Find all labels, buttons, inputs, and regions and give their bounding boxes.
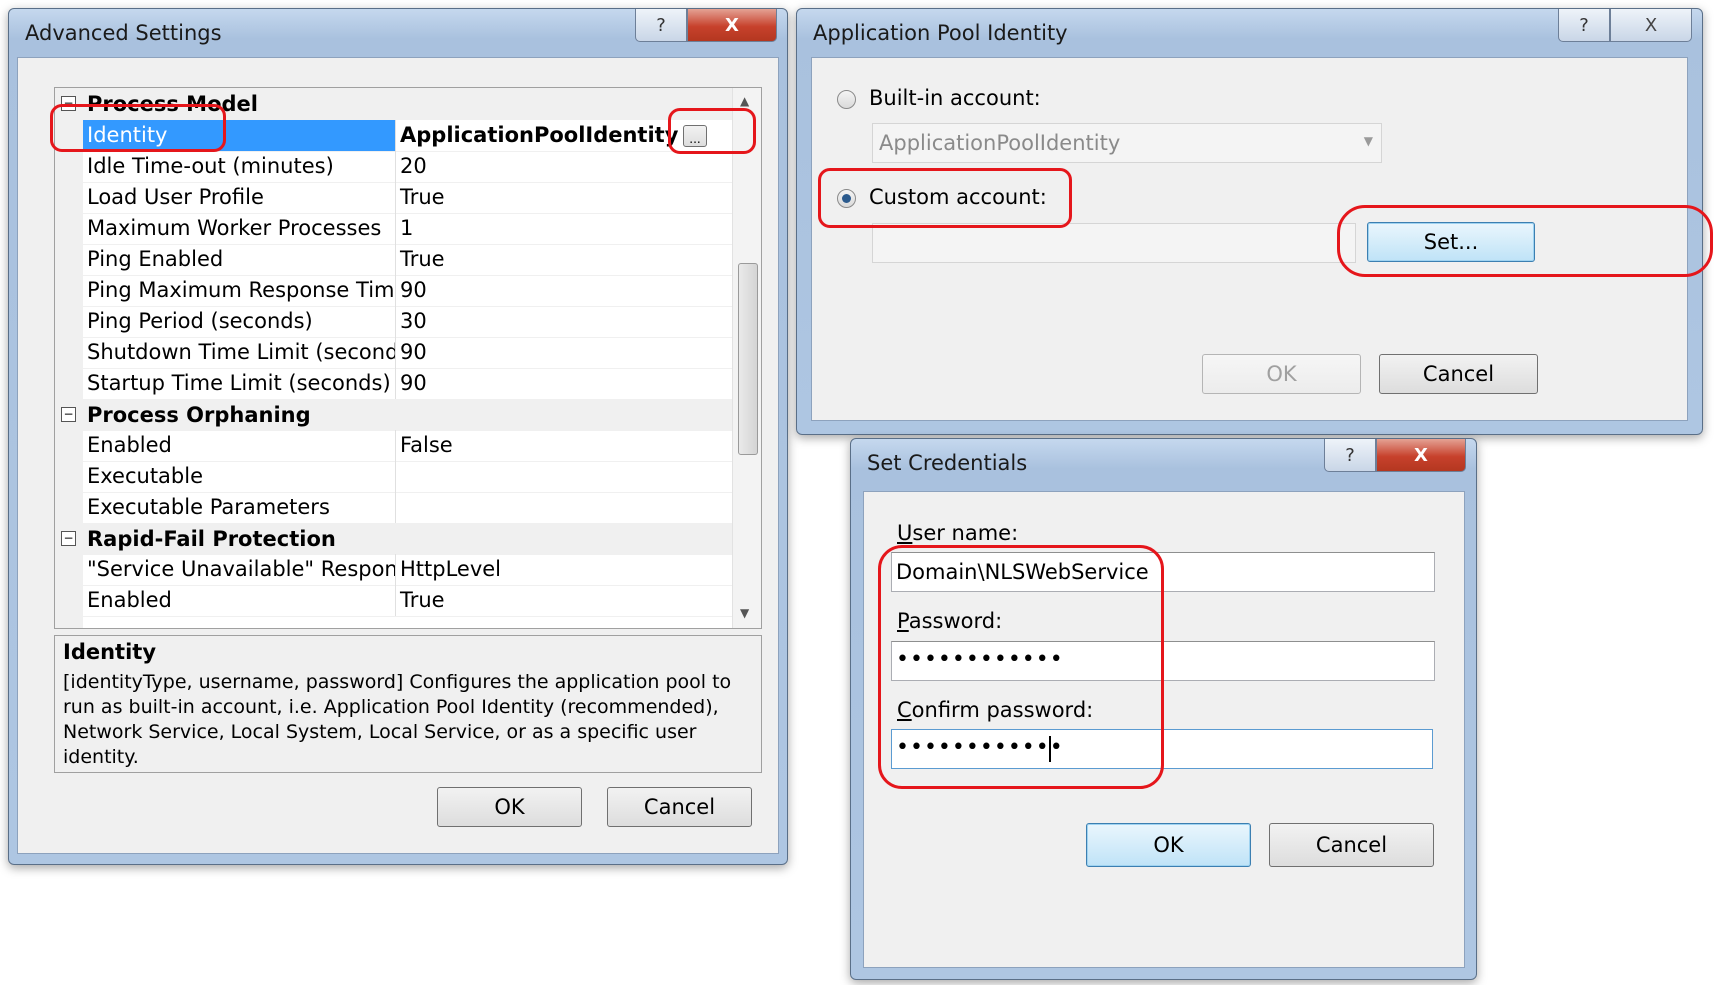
custom-account-field (872, 223, 1356, 263)
property-name: Load User Profile (83, 182, 396, 213)
custom-account-label: Custom account: (869, 185, 1047, 209)
property-row[interactable]: Startup Time Limit (seconds) 90 (55, 368, 732, 400)
property-value: True (400, 588, 445, 612)
help-button[interactable]: ? (1558, 9, 1610, 42)
builtin-account-radio[interactable] (837, 90, 856, 109)
scroll-up-icon[interactable]: ▲ (740, 94, 749, 108)
app-pool-identity-window: Application Pool Identity ? X Built-in a… (796, 8, 1703, 435)
collapse-icon[interactable]: − (61, 531, 76, 546)
description-title: Identity (63, 640, 157, 664)
property-value: 90 (400, 278, 427, 302)
property-name: Executable (83, 461, 396, 492)
close-button[interactable]: X (687, 9, 777, 42)
property-row[interactable]: Executable (55, 461, 732, 493)
text-cursor (1049, 736, 1051, 762)
builtin-account-label: Built-in account: (869, 86, 1041, 110)
title-buttons: ? X (1558, 9, 1692, 42)
property-name: Idle Time-out (minutes) (83, 151, 396, 182)
property-value: ApplicationPoolIdentity (400, 123, 679, 147)
property-name: Ping Period (seconds) (83, 306, 396, 337)
password-label: Password: (897, 609, 1003, 633)
custom-account-radio[interactable] (837, 189, 856, 208)
property-name: Ping Maximum Response Time (s (83, 275, 396, 306)
window-title: Advanced Settings (25, 21, 222, 45)
property-name: Maximum Worker Processes (83, 213, 396, 244)
property-row[interactable]: Ping Maximum Response Time (s 90 (55, 275, 732, 307)
chevron-down-icon: ▼ (1363, 134, 1373, 148)
property-value: 90 (400, 340, 427, 364)
description-panel: Identity [identityType, username, passwo… (54, 635, 762, 773)
property-name: Enabled (83, 585, 396, 616)
username-field[interactable]: Domain\NLSWebService (891, 552, 1435, 592)
property-name: Identity (83, 120, 396, 151)
set-button[interactable]: Set... (1367, 222, 1535, 262)
property-value: HttpLevel (400, 557, 502, 581)
property-value: 20 (400, 154, 427, 178)
confirm-password-value: •••••••••••• (896, 735, 1064, 760)
property-value: 30 (400, 309, 427, 333)
cancel-button[interactable]: Cancel (607, 787, 752, 827)
scroll-down-icon[interactable]: ▼ (740, 606, 749, 620)
property-grid[interactable]: − Process Model Identity ApplicationPool… (54, 87, 762, 629)
property-row[interactable]: Enabled True (55, 585, 732, 617)
title-buttons: ? X (1324, 439, 1466, 472)
ellipsis-button[interactable]: ... (683, 125, 707, 147)
property-row[interactable]: Load User Profile True (55, 182, 732, 214)
set-credentials-window: Set Credentials ? X User name: Domain\NL… (850, 438, 1477, 980)
help-button[interactable]: ? (1324, 439, 1376, 472)
property-value: 90 (400, 371, 427, 395)
property-name: "Service Unavailable" Response T (83, 554, 396, 585)
help-button[interactable]: ? (635, 9, 687, 42)
property-name: Ping Enabled (83, 244, 396, 275)
category-label: Process Orphaning (87, 403, 311, 427)
property-value: False (400, 433, 453, 457)
ok-button[interactable]: OK (1086, 823, 1251, 867)
advanced-settings-window: Advanced Settings ? X − Process Model Id… (8, 8, 788, 865)
category-process-model[interactable]: − Process Model (55, 88, 732, 120)
ok-button[interactable]: OK (437, 787, 582, 827)
dropdown-value: ApplicationPoolIdentity (879, 131, 1121, 155)
window-title: Application Pool Identity (813, 21, 1068, 45)
description-text: [identityType, username, password] Confi… (63, 671, 732, 768)
property-row[interactable]: Idle Time-out (minutes) 20 (55, 151, 732, 183)
property-row-identity[interactable]: Identity ApplicationPoolIdentity ... (55, 120, 732, 152)
cancel-button[interactable]: Cancel (1269, 823, 1434, 867)
property-name: Startup Time Limit (seconds) (83, 368, 396, 399)
category-process-orphaning[interactable]: − Process Orphaning (55, 399, 732, 431)
close-button[interactable]: X (1376, 439, 1466, 472)
collapse-icon[interactable]: − (61, 407, 76, 422)
property-row[interactable]: Ping Period (seconds) 30 (55, 306, 732, 338)
property-row[interactable]: Ping Enabled True (55, 244, 732, 276)
property-value: 1 (400, 216, 414, 240)
collapse-icon[interactable]: − (61, 96, 76, 111)
category-label: Process Model (87, 92, 258, 116)
property-row[interactable]: Executable Parameters (55, 492, 732, 524)
category-rapid-fail-protection[interactable]: − Rapid-Fail Protection (55, 523, 732, 555)
property-name: Shutdown Time Limit (seconds) (83, 337, 396, 368)
username-label: User name: (897, 521, 1019, 545)
property-value: True (400, 185, 445, 209)
property-row[interactable]: Enabled False (55, 430, 732, 462)
window-title: Set Credentials (867, 451, 1028, 475)
username-value: Domain\NLSWebService (896, 560, 1149, 584)
confirm-password-field[interactable]: •••••••••••• (891, 729, 1433, 769)
cancel-button[interactable]: Cancel (1379, 354, 1538, 394)
property-value: True (400, 247, 445, 271)
property-row[interactable]: Maximum Worker Processes 1 (55, 213, 732, 245)
category-label: Rapid-Fail Protection (87, 527, 336, 551)
scroll-thumb[interactable] (738, 263, 758, 455)
property-row[interactable]: Shutdown Time Limit (seconds) 90 (55, 337, 732, 369)
builtin-account-dropdown: ApplicationPoolIdentity ▼ (872, 123, 1382, 163)
close-button[interactable]: X (1610, 9, 1692, 42)
ok-button[interactable]: OK (1202, 354, 1361, 394)
property-row[interactable]: "Service Unavailable" Response T HttpLev… (55, 554, 732, 586)
confirm-password-label: Confirm password: (897, 698, 1094, 722)
vertical-scrollbar[interactable]: ▲ ▼ (732, 88, 761, 628)
property-name: Enabled (83, 430, 396, 461)
password-field[interactable]: •••••••••••• (891, 641, 1435, 681)
password-value: •••••••••••• (896, 647, 1064, 672)
title-buttons: ? X (635, 9, 777, 42)
property-name: Executable Parameters (83, 492, 396, 523)
